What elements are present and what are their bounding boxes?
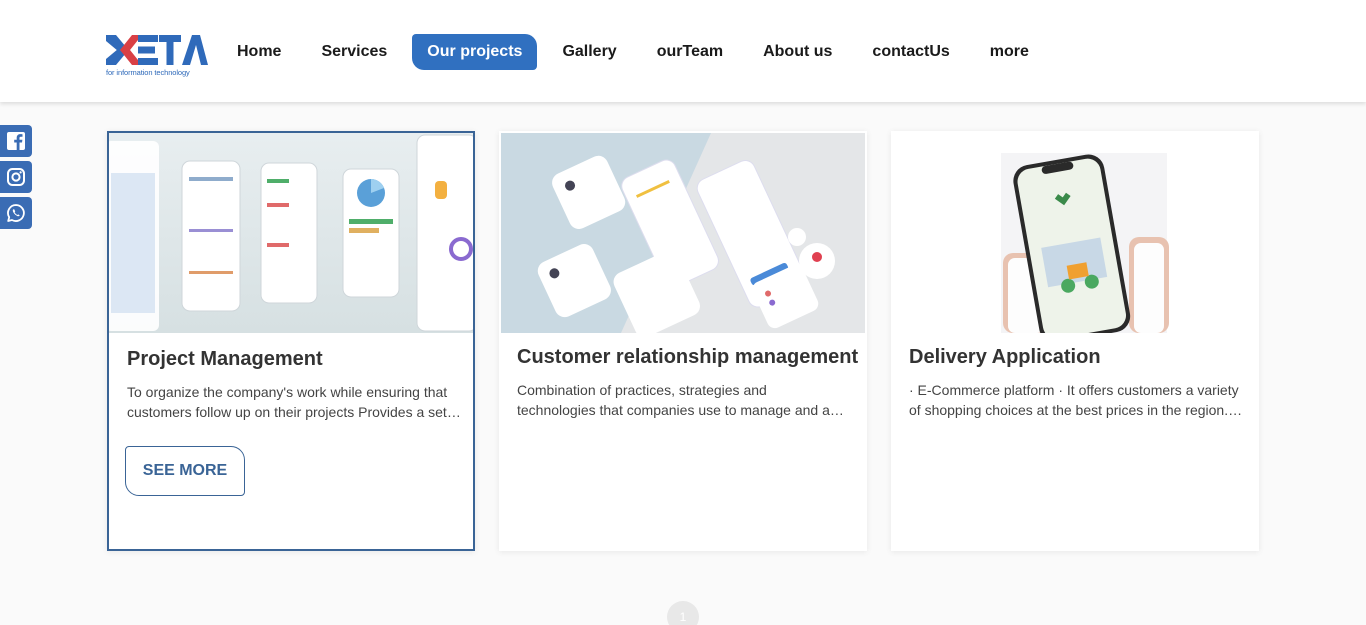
instagram-icon	[7, 168, 25, 186]
nav-contact-us[interactable]: contactUs	[857, 34, 964, 70]
project-card[interactable]: Delivery Application · E-Commerce platfo…	[891, 131, 1259, 551]
pagination-page[interactable]: 1	[667, 601, 699, 625]
see-more-button[interactable]: SEE MORE	[125, 446, 245, 496]
card-description-line: customers follow up on their projects Pr…	[127, 404, 461, 420]
instagram-link[interactable]	[0, 161, 32, 193]
project-card[interactable]: Customer relationship management Combina…	[499, 131, 867, 551]
facebook-link[interactable]	[0, 125, 32, 157]
whatsapp-link[interactable]	[0, 197, 32, 229]
crm-image	[501, 133, 865, 333]
card-description: Combination of practices, strategies and…	[517, 380, 851, 420]
nav-home[interactable]: Home	[222, 34, 296, 70]
card-title: Project Management	[127, 348, 323, 370]
card-description-line: of shopping choices at the best prices i…	[909, 402, 1243, 418]
delivery-app-image	[893, 133, 1257, 333]
project-management-image	[109, 133, 473, 333]
nav-gallery[interactable]: Gallery	[547, 34, 631, 70]
meta-logo[interactable]: for information technology	[106, 33, 208, 79]
nav-services[interactable]: Services	[306, 34, 402, 70]
card-description-line: technologies that companies use to manag…	[517, 402, 851, 418]
site-header: for information technology Home Services…	[0, 0, 1366, 102]
nav-about-us[interactable]: About us	[748, 34, 847, 70]
card-description-line: · E-Commerce platform · It offers custom…	[909, 382, 1239, 398]
nav-our-team[interactable]: ourTeam	[642, 34, 738, 70]
meta-logo-mark	[106, 35, 208, 65]
project-card[interactable]: Project Management To organize the compa…	[107, 131, 475, 551]
card-title: Customer relationship management	[517, 346, 859, 368]
card-description-line: Combination of practices, strategies and	[517, 382, 767, 398]
nav-more[interactable]: more	[975, 34, 1044, 70]
card-description-line: To organize the company's work while ens…	[127, 384, 448, 400]
main-nav: Home Services Our projects Gallery ourTe…	[222, 34, 1054, 70]
card-description: · E-Commerce platform · It offers custom…	[909, 380, 1243, 420]
card-description: To organize the company's work while ens…	[127, 382, 461, 422]
logo-subtitle: for information technology	[106, 68, 190, 77]
card-title: Delivery Application	[909, 346, 1101, 368]
whatsapp-icon	[7, 204, 25, 222]
facebook-icon	[7, 132, 25, 150]
nav-our-projects[interactable]: Our projects	[412, 34, 538, 70]
